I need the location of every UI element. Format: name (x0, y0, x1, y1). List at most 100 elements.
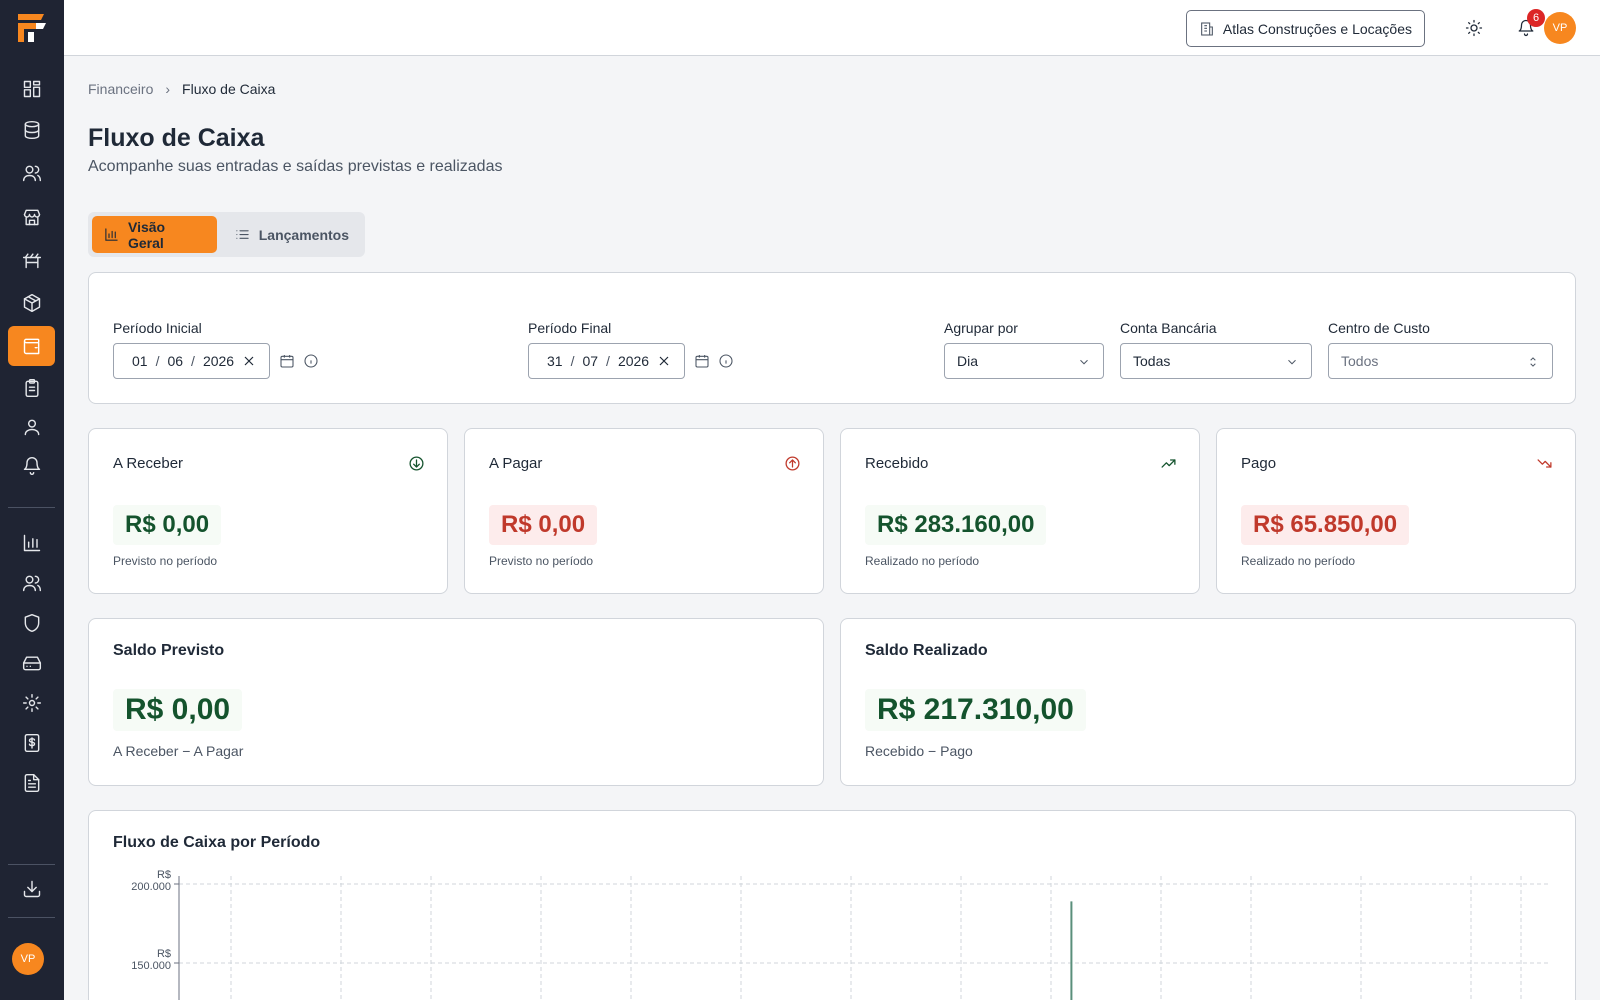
sidebar-divider (8, 507, 55, 508)
nav-machinery[interactable] (8, 240, 55, 280)
nav-notifications[interactable] (8, 446, 55, 486)
stat-note: Previsto no período (113, 554, 218, 568)
company-selector-button[interactable]: Atlas Construções e Locações (1185, 10, 1425, 47)
stat-note: Realizado no período (1241, 554, 1356, 568)
stat-title: Pago (1241, 455, 1277, 472)
end-month[interactable]: 07 (582, 353, 598, 369)
y-tick-label: R$ (157, 869, 171, 881)
nav-invoices[interactable] (8, 723, 55, 763)
company-name: Atlas Construções e Locações (1222, 20, 1412, 37)
date-separator: / (606, 353, 610, 369)
package-icon (23, 293, 40, 313)
balance-amount: R$ 217.310,00 (865, 689, 1086, 731)
clear-icon[interactable] (241, 353, 257, 369)
tab-visao-geral[interactable]: Visão Geral (92, 216, 217, 253)
breadcrumb-financeiro[interactable]: Financeiro (88, 81, 153, 97)
bank-account-select[interactable]: Todas (1120, 343, 1312, 379)
calendar-icon[interactable] (279, 353, 295, 369)
y-tick-label: 150.000 (131, 960, 171, 972)
dashboard-icon (23, 80, 40, 98)
clear-icon[interactable] (656, 353, 672, 369)
nav-team[interactable] (8, 563, 55, 603)
wallet-icon (23, 338, 39, 355)
stat-card-a-pagar: A Pagar R$ 0,00 Previsto no período (464, 428, 824, 594)
nav-reports[interactable] (8, 523, 55, 563)
stat-card-pago: Pago R$ 65.850,00 Realizado no período (1216, 428, 1576, 594)
nav-user[interactable] (8, 407, 55, 447)
sidebar-divider-avatar (8, 917, 55, 918)
stat-card-a-receber: A Receber R$ 0,00 Previsto no período (88, 428, 448, 594)
info-icon[interactable] (303, 353, 319, 369)
database-icon (24, 120, 39, 140)
balance-card-previsto: Saldo Previsto R$ 0,00 A Receber − A Pag… (88, 618, 824, 786)
nav-dashboard[interactable] (8, 69, 55, 109)
breadcrumb: Financeiro › Fluxo de Caixa (88, 81, 275, 97)
arrow-up-circle-icon (785, 456, 800, 471)
filters-card: Período Inicial 01 / 06 / 2026 Período F… (88, 272, 1576, 404)
bank-account-value: Todas (1133, 353, 1171, 369)
start-day[interactable]: 01 (132, 353, 148, 369)
chevron-updown-icon (1530, 357, 1536, 367)
start-month[interactable]: 06 (167, 353, 183, 369)
cost-center-value: Todos (1341, 353, 1379, 369)
nav-users[interactable] (8, 153, 55, 193)
nav-settings[interactable] (8, 683, 55, 723)
stat-note: Realizado no período (865, 554, 980, 568)
end-day[interactable]: 31 (547, 353, 563, 369)
cost-center-label: Centro de Custo (1328, 320, 1430, 336)
download-button[interactable] (8, 869, 55, 909)
start-year[interactable]: 2026 (203, 353, 234, 369)
stat-title: Recebido (865, 455, 929, 472)
page-subtitle: Acompanhe suas entradas e saídas previst… (88, 158, 503, 175)
notifications-button[interactable]: 6 (1512, 9, 1545, 42)
stat-amount: R$ 283.160,00 (865, 505, 1047, 545)
calendar-icon[interactable] (694, 353, 710, 369)
download-icon (23, 880, 40, 898)
user-avatar[interactable]: VP (1544, 12, 1576, 44)
chevron-down-icon (1080, 359, 1088, 365)
sidebar-divider-bottom (8, 864, 55, 865)
balance-note: A Receber − A Pagar (113, 743, 244, 759)
tab-lancamentos[interactable]: Lançamentos (223, 216, 361, 253)
nav-documents[interactable] (8, 763, 55, 803)
sidebar-avatar[interactable]: VP (12, 943, 44, 975)
cost-center-select[interactable]: Todos (1328, 343, 1553, 379)
app-logo[interactable] (14, 10, 50, 46)
chevron-down-icon (1288, 359, 1296, 365)
y-tick-label: 200.000 (131, 881, 171, 893)
stat-amount: R$ 0,00 (113, 505, 222, 545)
nav-security[interactable] (8, 603, 55, 643)
clipboard-icon (24, 378, 39, 398)
sidebar: VP (0, 0, 64, 1000)
bank-account-label: Conta Bancária (1120, 320, 1217, 336)
stat-amount: R$ 65.850,00 (1241, 505, 1410, 545)
nav-clipboard[interactable] (8, 368, 55, 408)
balance-amount: R$ 0,00 (113, 689, 243, 731)
chevron-right-icon: › (165, 81, 171, 97)
bar-chart-icon (23, 534, 40, 552)
settings-icon (22, 693, 41, 713)
start-date-input[interactable]: 01 / 06 / 2026 (113, 343, 270, 379)
date-separator: / (155, 353, 160, 369)
theme-toggle-button[interactable] (1460, 14, 1488, 42)
nav-database[interactable] (8, 110, 55, 150)
page-title: Fluxo de Caixa (88, 124, 265, 152)
nav-wallet[interactable] (8, 326, 55, 366)
group-by-value: Dia (957, 353, 979, 369)
info-icon[interactable] (718, 353, 734, 369)
group-by-select[interactable]: Dia (944, 343, 1104, 379)
nav-store[interactable] (8, 197, 55, 237)
date-separator: / (570, 353, 575, 369)
store-icon (23, 209, 40, 226)
nav-storage[interactable] (8, 643, 55, 683)
cashflow-chart: R$200.000R$150.000 (131, 869, 1549, 1000)
nav-package[interactable] (8, 283, 55, 323)
y-tick-label: R$ (157, 948, 171, 960)
notification-count-badge: 6 (1527, 9, 1545, 27)
users-icon (22, 165, 41, 182)
end-date-input[interactable]: 31 / 07 / 2026 (528, 343, 685, 379)
end-year[interactable]: 2026 (618, 353, 649, 369)
trending-up-icon (1161, 459, 1176, 468)
stat-amount: R$ 0,00 (489, 505, 598, 545)
invoice-icon (24, 733, 39, 753)
